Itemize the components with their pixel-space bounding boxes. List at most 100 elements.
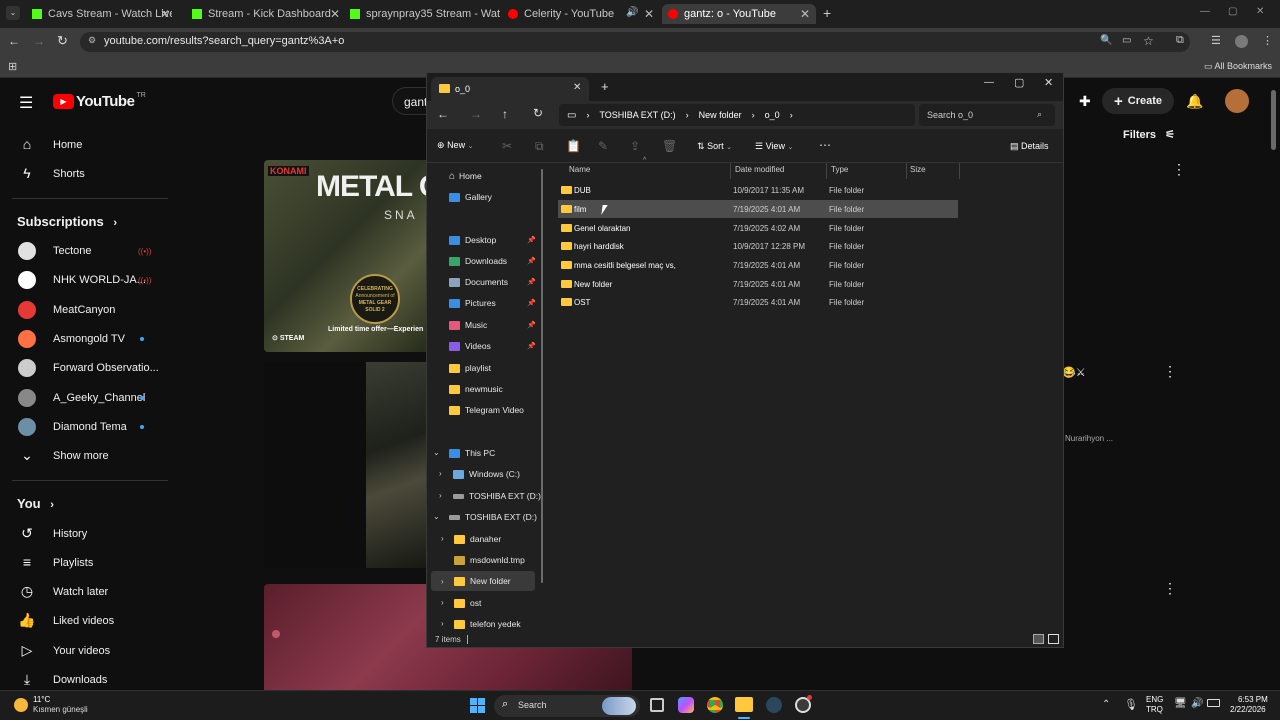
weather-desc[interactable]: Kısmen güneşli <box>33 705 88 714</box>
youtube-logo[interactable]: ▶ YouTube TR <box>53 92 146 110</box>
notifications-icon[interactable]: 🔔 <box>1186 93 1203 110</box>
site-info-icon[interactable]: ⚙ <box>88 35 96 46</box>
breadcrumb-item[interactable]: New folder <box>699 110 742 120</box>
paste-icon[interactable]: 📋 <box>566 139 581 153</box>
back-icon[interactable]: ← <box>437 107 449 121</box>
new-button[interactable]: ⊕ New ⌄ <box>437 140 473 151</box>
minimize-button[interactable]: — <box>984 77 994 88</box>
sidebar-item-subscription[interactable]: Forward Observatio... <box>0 354 168 382</box>
browser-tab[interactable]: Stream - Kick Dashboard ✕ <box>192 4 342 24</box>
channel-name[interactable]: Nurarihyon ... <box>1065 434 1113 443</box>
menu-icon[interactable]: ⋮ <box>1262 34 1273 47</box>
nav-item-folder[interactable]: newmusic <box>449 379 503 399</box>
page-scrollbar[interactable] <box>1271 90 1276 150</box>
nav-item-folder[interactable]: playlist <box>449 358 491 378</box>
nav-item-videos[interactable]: Videos <box>449 336 491 356</box>
close-icon[interactable]: ✕ <box>330 7 340 21</box>
file-row[interactable]: mma cesitli belgesel maç vs, 7/19/2025 4… <box>558 256 958 274</box>
apps-icon[interactable]: ⊞ <box>8 60 17 73</box>
sidebar-item-liked[interactable]: 👍 Liked videos <box>0 607 168 635</box>
close-window-button[interactable]: ✕ <box>1044 76 1053 89</box>
forward-icon[interactable]: → <box>33 34 45 48</box>
sidebar-item-subscription[interactable]: Diamond Tema <box>0 413 168 441</box>
sidebar-item-home[interactable]: ⌂ Home <box>0 131 168 159</box>
nav-item-drive[interactable]: Windows (C:) <box>453 464 520 484</box>
taskbar-search[interactable]: ⌕ Search <box>494 695 640 717</box>
browser-tab-active[interactable]: gantz: o - YouTube ✕ <box>662 4 816 24</box>
maximize-button[interactable]: ▢ <box>1228 6 1237 17</box>
sidebar-item-shorts[interactable]: ϟ Shorts <box>0 160 168 188</box>
nav-item-folder[interactable]: Telegram Video <box>449 400 524 420</box>
language-line1[interactable]: ENG <box>1146 695 1163 704</box>
microphone-icon[interactable]: 🎙 <box>1124 698 1138 711</box>
clock-time[interactable]: 6:53 PM <box>1238 695 1268 704</box>
nav-item-gallery[interactable]: Gallery <box>449 187 492 207</box>
more-options-icon[interactable]: ⋮ <box>1163 580 1177 597</box>
details-button[interactable]: ▤ Details <box>1010 141 1049 152</box>
weather-icon[interactable] <box>14 698 28 712</box>
breadcrumb-item[interactable]: o_0 <box>765 110 780 120</box>
video-thumbnail[interactable] <box>264 362 428 568</box>
close-window-button[interactable]: ✕ <box>1256 6 1264 17</box>
sidebar-item-watch-later[interactable]: ◷ Watch later <box>0 578 168 606</box>
tab-search-button[interactable]: ⌄ <box>6 6 20 20</box>
column-divider[interactable] <box>730 163 731 179</box>
language-line2[interactable]: TRQ <box>1146 705 1163 714</box>
create-button[interactable]: + Create <box>1102 88 1174 114</box>
column-divider[interactable] <box>959 163 960 179</box>
copy-icon[interactable]: ⧉ <box>535 139 544 154</box>
sidebar-item-history[interactable]: ↺ History <box>0 520 168 548</box>
file-row[interactable]: New folder 7/19/2025 4:01 AM File folder <box>558 275 958 293</box>
forward-icon[interactable]: → <box>470 107 482 121</box>
cut-icon[interactable]: ✂ <box>502 139 512 153</box>
ad-thumbnail[interactable]: KONAMI METAL G SNA CELEBRATING Announcem… <box>264 160 428 352</box>
url-input[interactable]: ⚙ youtube.com/results?search_query=gantz… <box>80 32 1190 52</box>
explorer-tab[interactable]: o_0 ✕ <box>431 77 589 101</box>
you-header[interactable]: You › <box>17 496 54 511</box>
reload-icon[interactable]: ↻ <box>57 33 68 49</box>
sidebar-item-subscription[interactable]: NHK WORLD-JA... ((•)) <box>0 266 168 294</box>
breadcrumb-item[interactable]: TOSHIBA EXT (D:) <box>599 110 675 120</box>
more-options-icon[interactable]: ⋮ <box>1163 363 1177 380</box>
file-row[interactable]: OST 7/19/2025 4:01 AM File folder <box>558 293 958 311</box>
more-options-icon[interactable]: ⋮ <box>1172 161 1186 178</box>
nav-item-this-pc[interactable]: This PC <box>449 443 495 463</box>
file-explorer-icon[interactable] <box>735 697 753 712</box>
zoom-icon[interactable]: 🔍 <box>1100 35 1112 46</box>
browser-tab[interactable]: spraynpray35 Stream - Watch L <box>350 4 500 24</box>
copilot-icon[interactable] <box>678 697 694 713</box>
chevron-down-icon[interactable]: ⌄ <box>433 512 440 521</box>
nav-item-downloads[interactable]: Downloads <box>449 251 507 271</box>
reading-list-icon[interactable]: ☰ <box>1211 34 1221 47</box>
view-button[interactable]: ☰ View ⌄ <box>755 141 793 152</box>
profile-avatar[interactable] <box>1235 35 1248 48</box>
up-icon[interactable]: ↑ <box>502 107 508 121</box>
chrome-icon[interactable] <box>707 697 723 713</box>
tiles-view-icon[interactable] <box>1048 634 1059 644</box>
maximize-button[interactable]: ▢ <box>1014 76 1024 89</box>
task-view-icon[interactable] <box>650 698 664 712</box>
install-app-icon[interactable]: ▭ <box>1122 35 1131 46</box>
new-tab-button[interactable]: + <box>601 79 609 94</box>
bookmark-star-icon[interactable]: ☆ <box>1143 34 1154 48</box>
nav-item-drive[interactable]: TOSHIBA EXT (D:) <box>453 486 541 506</box>
column-header-size[interactable]: Size <box>910 165 926 174</box>
sort-button[interactable]: ⇅ Sort ⌄ <box>697 141 732 152</box>
file-row[interactable]: Genel olaraktan 7/19/2025 4:02 AM File f… <box>558 219 958 237</box>
nav-item-home[interactable]: ⌂ Home <box>449 166 482 186</box>
rename-icon[interactable]: ✎ <box>598 139 608 153</box>
chevron-down-icon[interactable]: ⌄ <box>433 448 440 457</box>
chevron-right-icon[interactable]: › <box>441 619 444 628</box>
sidebar-item-subscription[interactable]: MeatCanyon <box>0 296 168 324</box>
nav-item-pictures[interactable]: Pictures <box>449 293 496 313</box>
browser-tab[interactable]: Cavs Stream - Watch Live on Ki ✕ <box>32 4 172 24</box>
more-options-icon[interactable]: ⋯ <box>819 138 831 152</box>
share-icon[interactable]: ⇪ <box>630 139 640 153</box>
hamburger-menu-icon[interactable]: ☰ <box>19 93 33 113</box>
show-more-button[interactable]: ⌄ Show more <box>0 442 168 470</box>
extensions-icon[interactable]: ⧉ <box>1176 34 1184 47</box>
filters-button[interactable]: Filters ⚟ <box>1123 128 1175 141</box>
volume-icon[interactable]: 🔊 <box>1191 698 1203 709</box>
close-icon[interactable]: ✕ <box>160 7 170 21</box>
sidebar-item-your-videos[interactable]: ▷ Your videos <box>0 637 168 665</box>
